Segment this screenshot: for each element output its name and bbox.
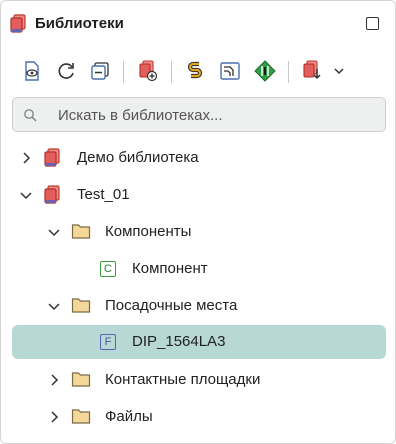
tree-item-demo-library[interactable]: Демо библиотека xyxy=(1,141,395,175)
library-books-icon xyxy=(9,14,27,34)
tree-item-test-01[interactable]: Test_01 xyxy=(1,178,395,212)
libraries-panel: Библиотеки Искать в библиотеках... Демо … xyxy=(0,0,396,444)
tree-item-component[interactable]: C Компонент xyxy=(1,252,395,286)
image-frame-icon[interactable] xyxy=(218,59,242,83)
search-input[interactable]: Искать в библиотеках... xyxy=(12,97,386,132)
panel-title: Библиотеки xyxy=(35,15,124,32)
component-c-icon: C xyxy=(100,261,116,277)
folder-icon xyxy=(71,222,91,242)
tree-item-pads[interactable]: Контактные площадки xyxy=(1,363,395,397)
chevron-down-icon[interactable] xyxy=(19,188,33,202)
refresh-icon[interactable] xyxy=(54,59,78,83)
tree-item-label: Компоненты xyxy=(105,223,192,240)
chevron-right-icon[interactable] xyxy=(19,151,33,165)
tree-item-label: Файлы xyxy=(105,408,153,425)
toolbar xyxy=(1,53,395,89)
tree-item-files[interactable]: Файлы xyxy=(1,400,395,434)
folder-icon xyxy=(71,296,91,316)
tree-item-footprints[interactable]: Посадочные места xyxy=(1,289,395,323)
chevron-down-icon[interactable] xyxy=(327,59,351,83)
panel-header: Библиотеки xyxy=(1,1,395,47)
tree-item-label: Компонент xyxy=(132,260,208,277)
tree-item-label: Test_01 xyxy=(77,186,130,203)
library-books-icon xyxy=(43,148,63,168)
tree-item-dip-1564la3[interactable]: F DIP_1564LA3 xyxy=(1,325,395,359)
toolbar-separator xyxy=(171,61,172,83)
add-library-icon[interactable] xyxy=(136,59,160,83)
tree-item-label: Демо библиотека xyxy=(77,149,199,166)
collapse-all-icon[interactable] xyxy=(88,59,112,83)
toolbar-separator xyxy=(288,61,289,83)
folder-icon xyxy=(71,370,91,390)
view-document-icon[interactable] xyxy=(20,59,44,83)
yellow-s-icon[interactable] xyxy=(183,59,207,83)
search-placeholder: Искать в библиотеках... xyxy=(58,107,223,124)
chevron-right-icon[interactable] xyxy=(47,410,61,424)
chevron-down-icon[interactable] xyxy=(47,225,61,239)
tree-item-label: DIP_1564LA3 xyxy=(132,333,226,350)
tree-item-components[interactable]: Компоненты xyxy=(1,215,395,249)
maximize-icon[interactable] xyxy=(366,17,379,30)
toolbar-separator xyxy=(123,61,124,83)
chevron-down-icon[interactable] xyxy=(47,299,61,313)
green-diamond-icon[interactable] xyxy=(253,59,277,83)
chevron-right-icon[interactable] xyxy=(47,373,61,387)
footprint-f-icon: F xyxy=(100,334,116,350)
search-icon xyxy=(23,108,37,122)
folder-icon xyxy=(71,407,91,427)
library-books-icon xyxy=(43,185,63,205)
export-library-icon[interactable] xyxy=(300,59,324,83)
tree-item-label: Контактные площадки xyxy=(105,371,261,388)
tree-item-label: Посадочные места xyxy=(105,297,238,314)
